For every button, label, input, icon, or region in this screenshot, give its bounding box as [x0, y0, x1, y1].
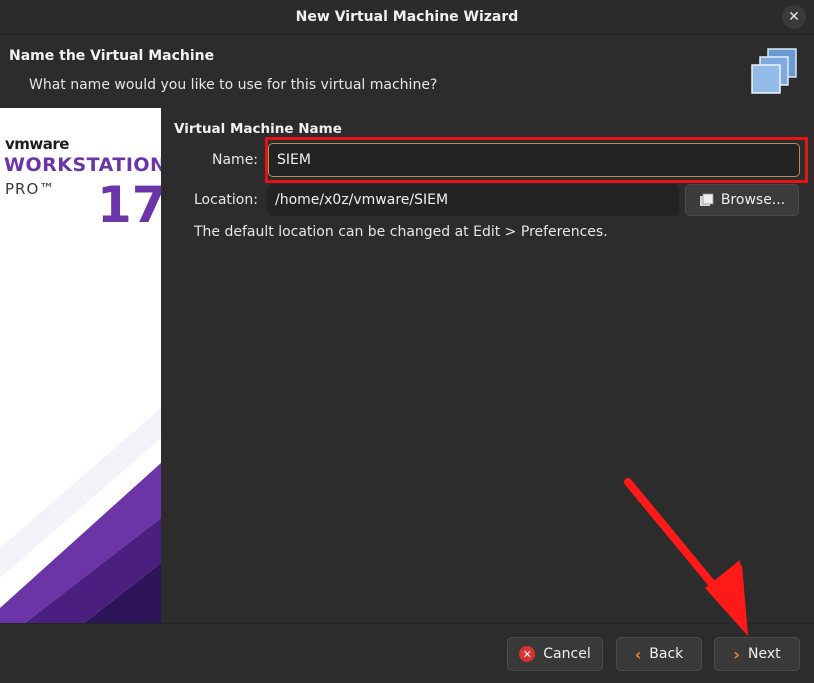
next-button[interactable]: › Next: [714, 637, 800, 671]
header-subtitle: What name would you like to use for this…: [29, 77, 438, 93]
cancel-button[interactable]: ✕ Cancel: [507, 637, 603, 671]
folder-icon: [699, 193, 714, 206]
browse-button[interactable]: Browse...: [685, 184, 799, 216]
cancel-icon: ✕: [519, 646, 536, 662]
header-title: Name the Virtual Machine: [9, 48, 215, 64]
chevron-left-icon: ‹: [634, 644, 642, 664]
back-button[interactable]: ‹ Back: [616, 637, 702, 671]
cancel-button-label: Cancel: [543, 646, 591, 662]
location-input[interactable]: /home/x0z/vmware/SIEM: [267, 184, 679, 216]
location-label: Location:: [194, 192, 258, 208]
section-title: Virtual Machine Name: [174, 121, 342, 137]
product-edition: PRO™: [5, 180, 56, 198]
name-input[interactable]: SIEM: [268, 143, 800, 177]
product-version: 17: [97, 176, 161, 234]
chevron-right-icon: ›: [733, 644, 740, 664]
footer-divider: [0, 623, 814, 624]
title-bar: New Virtual Machine Wizard ✕: [0, 0, 814, 35]
next-button-label: Next: [747, 646, 781, 662]
close-button[interactable]: ✕: [782, 5, 806, 29]
window-title: New Virtual Machine Wizard: [295, 9, 519, 25]
close-icon: ✕: [788, 9, 800, 25]
location-hint: The default location can be changed at E…: [194, 224, 608, 240]
browse-button-label: Browse...: [720, 192, 786, 208]
stacked-windows-icon: [751, 48, 797, 94]
vmware-logo: vmware: [5, 135, 69, 153]
brand-sidebar: vmware WORKSTATION PRO™ 17: [0, 108, 161, 623]
wizard-header: Name the Virtual Machine What name would…: [0, 35, 814, 107]
name-label: Name:: [212, 152, 259, 168]
back-button-label: Back: [649, 646, 684, 662]
product-name: WORKSTATION: [4, 154, 161, 176]
